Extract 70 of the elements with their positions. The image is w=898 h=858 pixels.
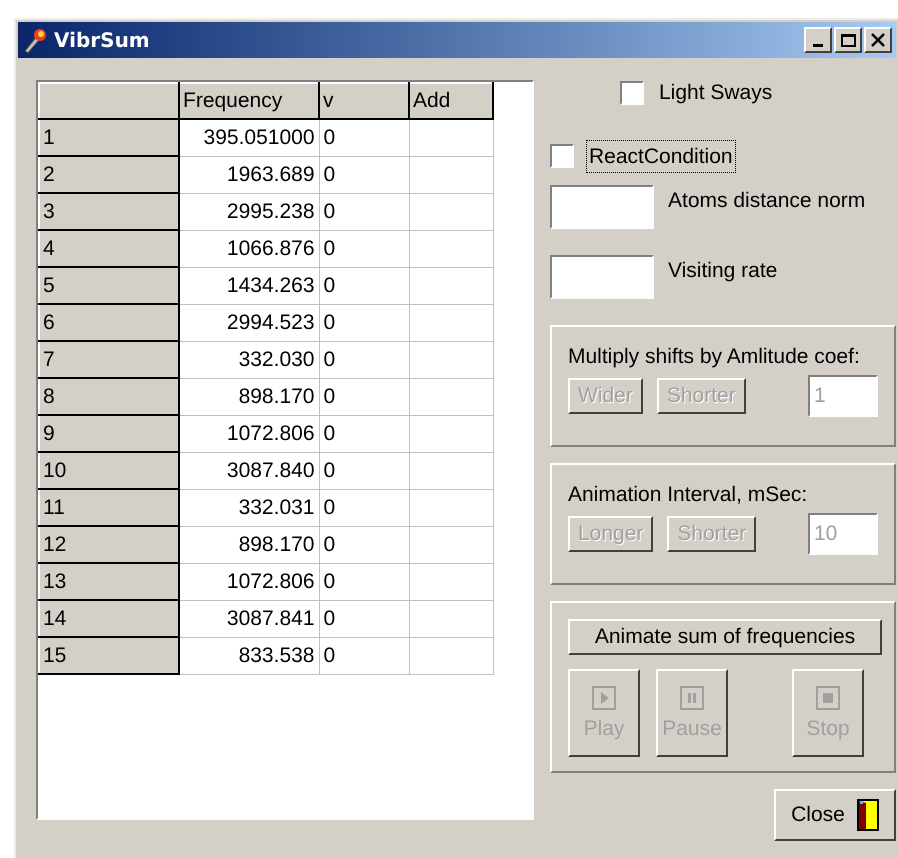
table-cell: 0 xyxy=(319,452,409,489)
table-cell: 898.170 xyxy=(179,526,319,563)
row-header[interactable]: 13 xyxy=(39,563,179,600)
door-icon xyxy=(856,799,879,831)
table-cell: 833.538 xyxy=(179,637,319,674)
stop-icon xyxy=(815,685,841,711)
checkbox-label[interactable]: ReactCondition xyxy=(586,140,736,173)
close-dialog-button[interactable]: Close xyxy=(774,789,896,841)
row-header[interactable]: 3 xyxy=(39,193,179,230)
table-cell: 0 xyxy=(319,415,409,452)
row-header[interactable]: 2 xyxy=(39,156,179,193)
table-cell: 395.051000 xyxy=(179,119,319,156)
row-header[interactable]: 8 xyxy=(39,378,179,415)
table-cell: 1066.876 xyxy=(179,230,319,267)
table-cell: 2995.238 xyxy=(179,193,319,230)
table-cell: 0 xyxy=(319,119,409,156)
table-cell: 0 xyxy=(319,304,409,341)
close-button[interactable] xyxy=(864,27,892,53)
column-header[interactable]: v xyxy=(319,83,409,119)
row-header[interactable]: 14 xyxy=(39,600,179,637)
column-header[interactable]: Frequency xyxy=(179,83,319,119)
table-cell: 332.030 xyxy=(179,341,319,378)
table-cell: 0 xyxy=(319,378,409,415)
checkbox[interactable] xyxy=(550,144,574,168)
table-cell: 1072.806 xyxy=(179,415,319,452)
row-header[interactable]: 5 xyxy=(39,267,179,304)
row-header[interactable]: 9 xyxy=(39,415,179,452)
row-header[interactable]: 6 xyxy=(39,304,179,341)
row-header[interactable]: 15 xyxy=(39,637,179,674)
table-cell: 0 xyxy=(319,341,409,378)
table-cell: 0 xyxy=(319,526,409,563)
table-cell: 0 xyxy=(319,267,409,304)
checkbox[interactable] xyxy=(620,80,644,105)
field-label: Visiting rate xyxy=(668,259,778,283)
pause-icon xyxy=(679,685,705,711)
row-header[interactable]: 11 xyxy=(39,489,179,526)
group-label: Multiply shifts by Amlitude coef: xyxy=(568,345,861,369)
close-icon xyxy=(871,33,885,47)
table-cell: 332.031 xyxy=(179,489,319,526)
table-cell: 1434.263 xyxy=(179,267,319,304)
torch-icon xyxy=(22,26,48,54)
table-cell: 0 xyxy=(319,600,409,637)
table-cell: 1963.689 xyxy=(179,156,319,193)
table-cell: 0 xyxy=(319,489,409,526)
input-field[interactable] xyxy=(550,255,654,299)
table-cell: 0 xyxy=(319,230,409,267)
table-cell: 0 xyxy=(319,637,409,674)
row-header[interactable]: 7 xyxy=(39,341,179,378)
table-cell: 3087.840 xyxy=(179,452,319,489)
row-header[interactable]: 4 xyxy=(39,230,179,267)
input-field[interactable] xyxy=(550,185,654,229)
row-header[interactable]: 12 xyxy=(39,526,179,563)
minimize-button[interactable] xyxy=(804,27,832,53)
table-cell: 2994.523 xyxy=(179,304,319,341)
column-header[interactable]: Add xyxy=(409,83,493,119)
button[interactable]: Animate sum of frequencies xyxy=(568,619,882,655)
table-cell: 0 xyxy=(319,193,409,230)
window-title: VibrSum xyxy=(54,27,150,54)
checkbox-label[interactable]: Light Sways xyxy=(656,76,776,110)
table-cell: 0 xyxy=(319,156,409,193)
table-cell: 3087.841 xyxy=(179,600,319,637)
table-cell: 1072.806 xyxy=(179,563,319,600)
row-header[interactable]: 10 xyxy=(39,452,179,489)
group-label: Animation Interval, mSec: xyxy=(568,483,808,507)
field-label: Atoms distance norm xyxy=(668,189,866,213)
row-header[interactable]: 1 xyxy=(39,119,179,156)
maximize-button[interactable] xyxy=(834,27,862,53)
table-cell: 898.170 xyxy=(179,378,319,415)
table-cell: 0 xyxy=(319,563,409,600)
play-icon xyxy=(591,685,617,711)
